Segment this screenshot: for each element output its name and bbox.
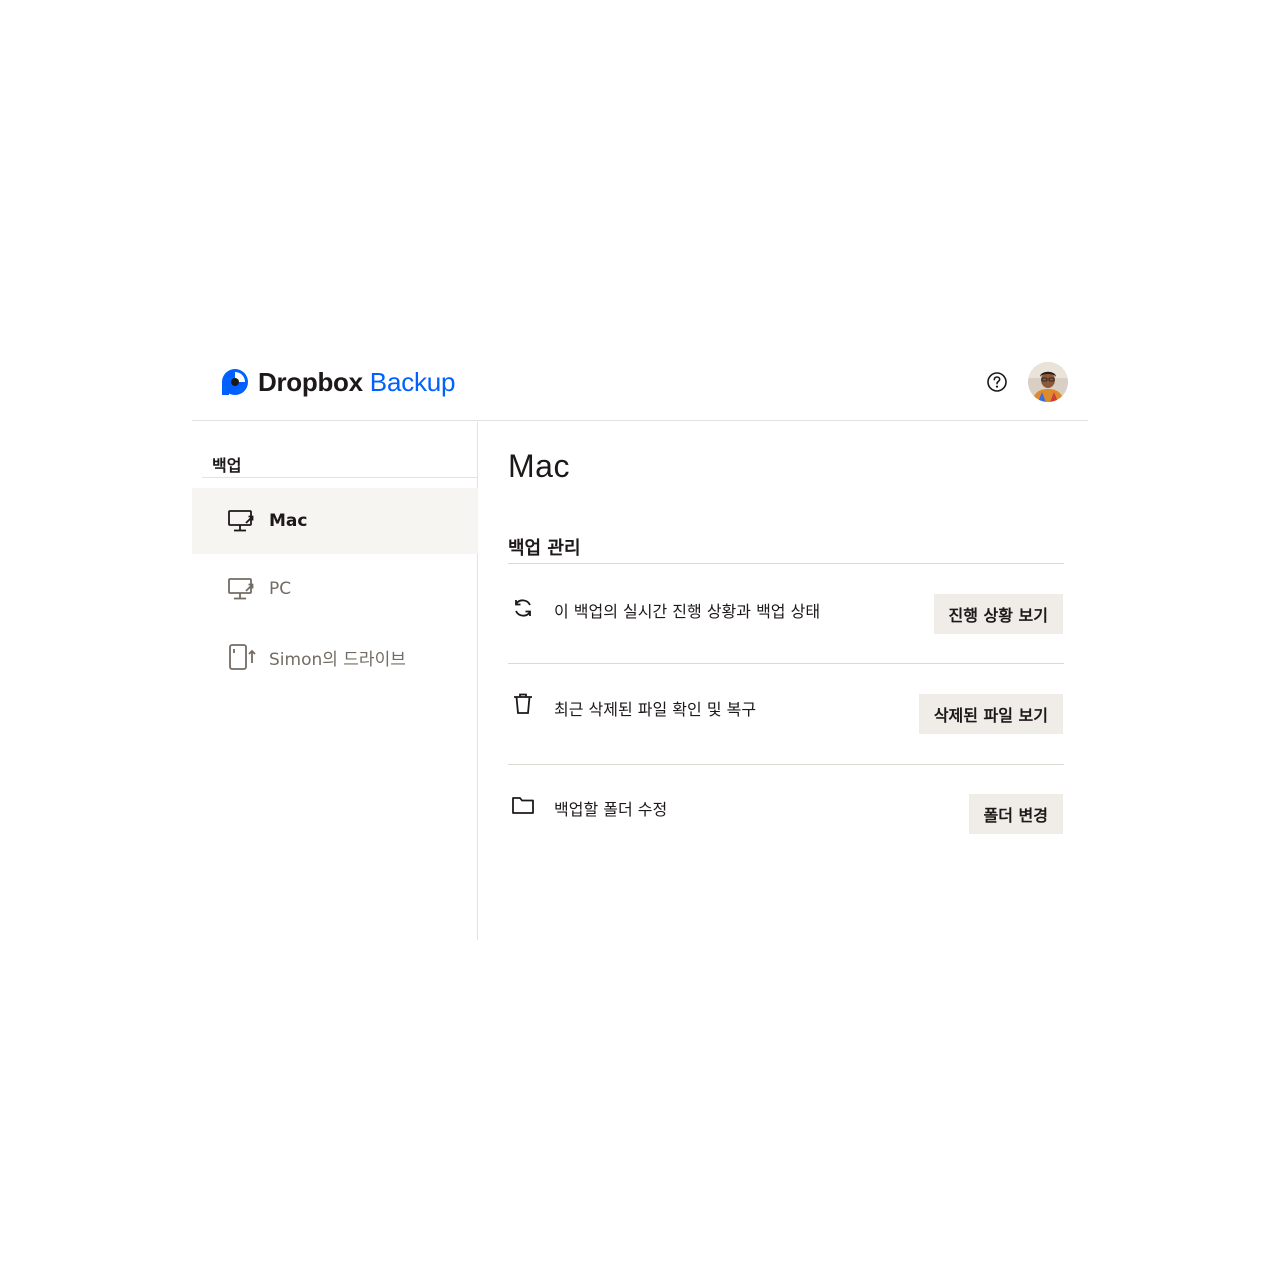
app-header: Dropbox Backup [192, 342, 1088, 421]
brand-product: Backup [369, 366, 456, 397]
row-description: 백업할 폴더 수정 [554, 800, 668, 819]
sidebar: 백업 Mac PC Simon의 드라이브 [192, 422, 478, 940]
desktop-backup-icon [227, 574, 257, 604]
avatar-image [1028, 362, 1068, 402]
sidebar-item-simon-drive[interactable]: Simon의 드라이브 [192, 624, 478, 690]
view-progress-button[interactable]: 진행 상황 보기 [933, 594, 1063, 634]
backup-status-row: 이 백업의 실시간 진행 상황과 백업 상태 진행 상황 보기 [508, 564, 1064, 664]
backup-app-window: Dropbox Backup 백업 Mac PC Simon의 드라이브 Mac… [192, 342, 1088, 940]
dropbox-backup-logo-icon [222, 369, 248, 395]
folder-icon [510, 792, 536, 818]
sidebar-item-label: PC [269, 579, 292, 599]
sidebar-item-label: Simon의 드라이브 [269, 649, 406, 670]
sidebar-heading: 백업 [202, 452, 478, 478]
deleted-files-row: 최근 삭제된 파일 확인 및 복구 삭제된 파일 보기 [508, 665, 1064, 765]
avatar[interactable] [1028, 362, 1068, 402]
trash-icon [510, 691, 536, 717]
brand-name: Dropbox [258, 366, 363, 397]
sidebar-item-pc[interactable]: PC [192, 556, 478, 622]
help-circle-icon[interactable] [986, 371, 1008, 393]
external-drive-icon [227, 642, 257, 672]
page-title: Mac [508, 448, 570, 484]
sync-icon [510, 595, 536, 621]
row-description: 최근 삭제된 파일 확인 및 복구 [554, 700, 757, 719]
section-heading: 백업 관리 [508, 534, 1064, 564]
row-description: 이 백업의 실시간 진행 상황과 백업 상태 [554, 602, 821, 621]
sidebar-item-label: Mac [269, 511, 308, 531]
view-deleted-files-button[interactable]: 삭제된 파일 보기 [918, 694, 1063, 734]
change-folder-button[interactable]: 폴더 변경 [968, 794, 1063, 834]
brand[interactable]: Dropbox Backup [220, 366, 456, 398]
sidebar-item-mac[interactable]: Mac [192, 488, 478, 554]
desktop-backup-icon [227, 506, 257, 536]
main-content: Mac 백업 관리 이 백업의 실시간 진행 상황과 백업 상태 진행 상황 보… [508, 422, 1064, 940]
edit-folders-row: 백업할 폴더 수정 폴더 변경 [508, 766, 1064, 866]
